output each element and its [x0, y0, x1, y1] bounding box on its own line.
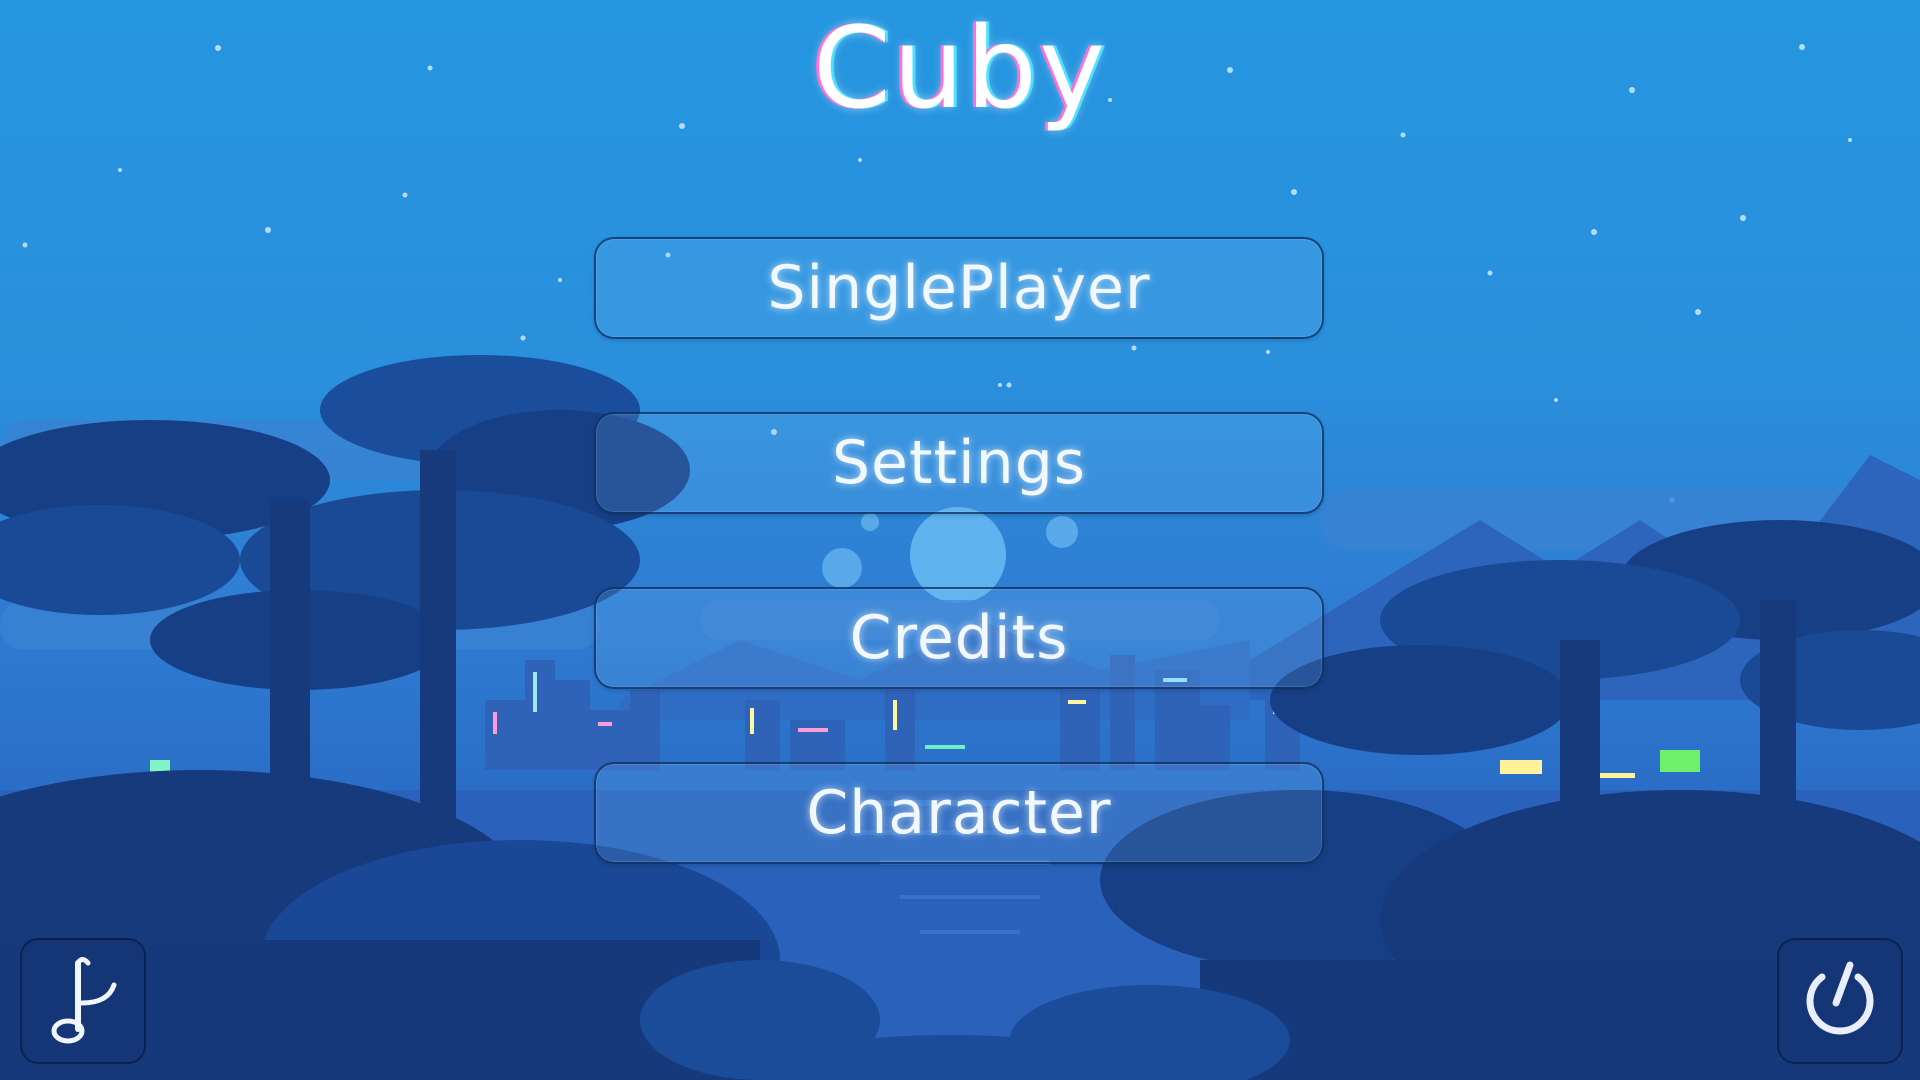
music-note-icon: [51, 957, 117, 1044]
settings-label: Settings: [831, 428, 1087, 498]
music-toggle-button[interactable]: [20, 938, 146, 1064]
settings-button[interactable]: Settings: [594, 412, 1324, 514]
night-city-background: [0, 44, 1920, 1080]
credits-label: Credits: [849, 603, 1069, 673]
character-label: Character: [806, 778, 1112, 848]
quit-button[interactable]: [1777, 938, 1903, 1064]
game-title: Cuby: [812, 4, 1108, 134]
singleplayer-button[interactable]: SinglePlayer: [594, 237, 1324, 339]
credits-button[interactable]: Credits: [594, 587, 1324, 689]
power-icon: [1806, 961, 1874, 1035]
singleplayer-label: SinglePlayer: [767, 253, 1151, 323]
character-button[interactable]: Character: [594, 762, 1324, 864]
